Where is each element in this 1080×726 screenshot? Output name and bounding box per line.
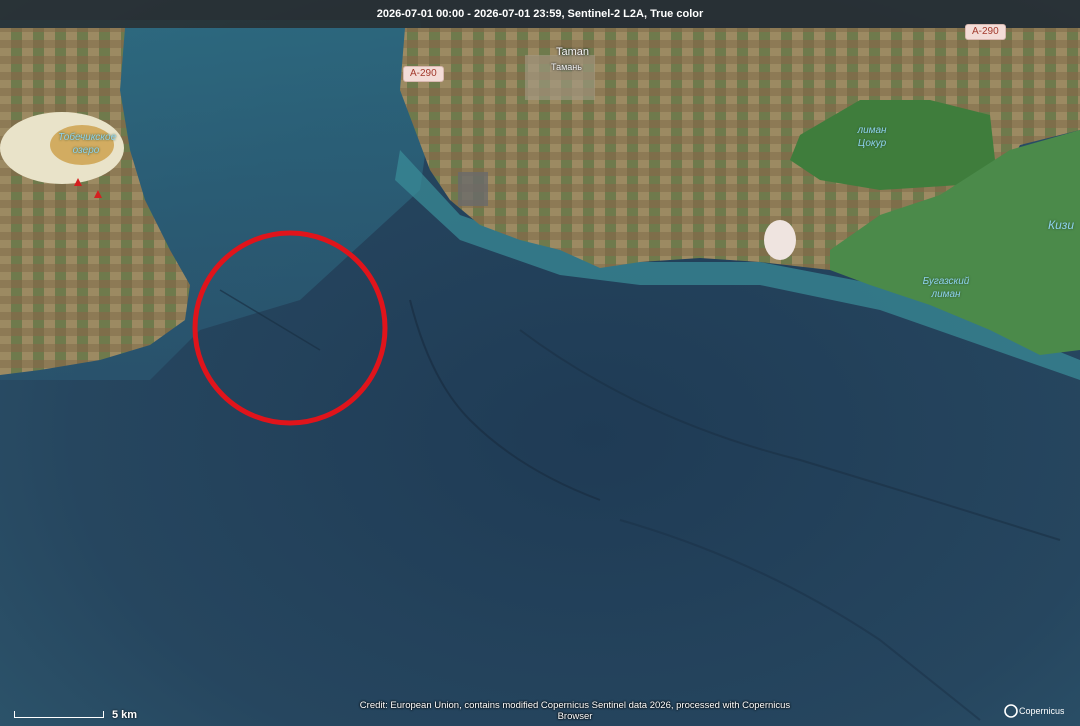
scale-bar — [14, 711, 104, 718]
date-range-header: 2026-07-01 00:00 - 2026-07-01 23:59, Sen… — [0, 0, 1080, 28]
water-label-kizi: Кизи — [1048, 218, 1074, 232]
water-label-bugazsky: Бугазский лиман — [922, 276, 970, 300]
salt-pan — [764, 220, 796, 260]
satellite-map[interactable] — [0, 0, 1080, 726]
copernicus-logo: Copernicus — [1004, 704, 1064, 718]
copernicus-logo-text: Copernicus — [1019, 706, 1064, 716]
scale-label: 5 km — [112, 709, 138, 721]
port-structure — [458, 172, 488, 206]
water-label-tsokur: лиман Цокур — [857, 125, 887, 149]
water-label-tobechik: Тобечикское озеро — [58, 132, 117, 156]
place-label-taman-ru: Тамань — [551, 62, 582, 72]
place-label-taman: Taman — [556, 46, 590, 58]
credit-text: Credit: European Union, contains modifie… — [359, 700, 791, 722]
road-label-a290-east: A-290 — [965, 24, 1006, 40]
road-label-a290-west: A-290 — [403, 66, 444, 82]
